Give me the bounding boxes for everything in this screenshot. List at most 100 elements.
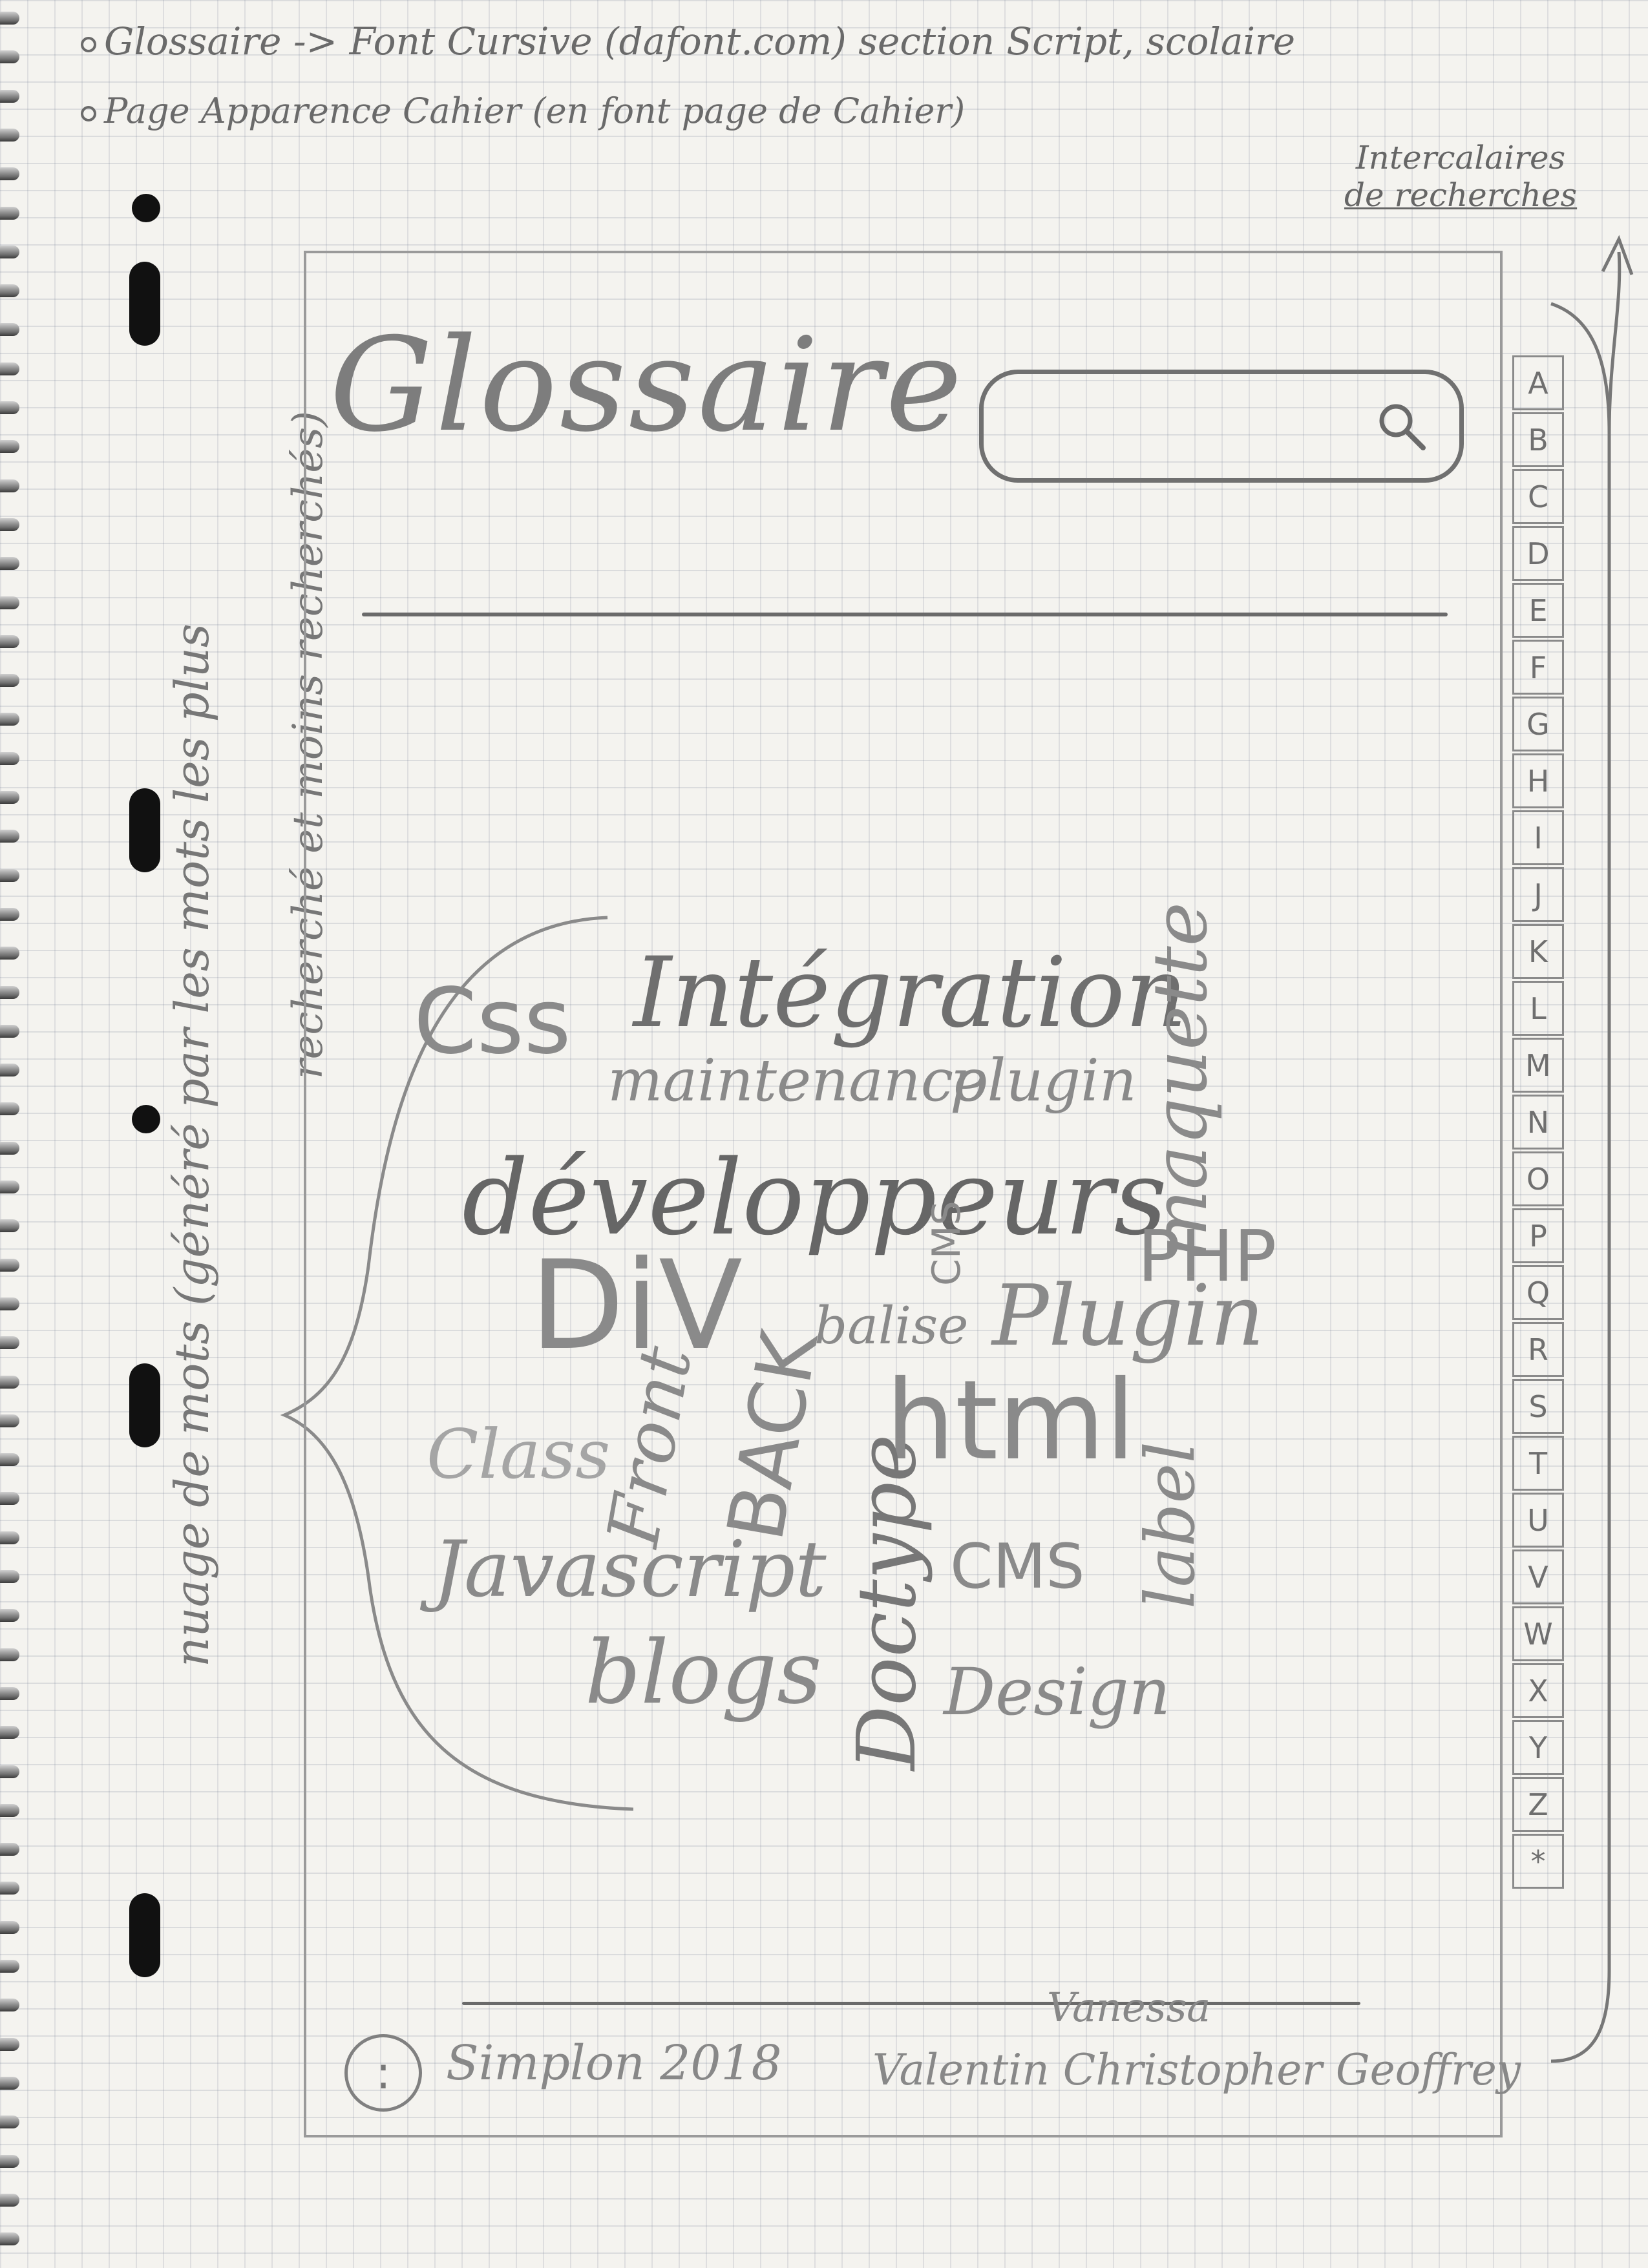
cloud-word[interactable]: Css bbox=[414, 969, 571, 1075]
punch-hole bbox=[132, 194, 160, 222]
note-text: Glossaire -> Font Cursive (dafont.com) s… bbox=[104, 19, 1296, 63]
tab-k[interactable]: K bbox=[1512, 924, 1564, 979]
tab-all[interactable]: * bbox=[1512, 1834, 1564, 1889]
tab-r[interactable]: R bbox=[1512, 1322, 1564, 1377]
tab-g[interactable]: G bbox=[1512, 697, 1564, 751]
spiral-coil bbox=[0, 2116, 19, 2129]
note-line-2: Page Apparence Cahier (en font page de C… bbox=[81, 90, 965, 131]
tab-f[interactable]: F bbox=[1512, 640, 1564, 695]
tab-w[interactable]: W bbox=[1512, 1606, 1564, 1661]
spiral-coil bbox=[0, 479, 19, 492]
spiral-coil bbox=[0, 1297, 19, 1310]
spiral-coil bbox=[0, 1570, 19, 1583]
tab-d[interactable]: D bbox=[1512, 526, 1564, 581]
tab-c[interactable]: C bbox=[1512, 469, 1564, 524]
cloud-word[interactable]: maquette bbox=[1137, 902, 1224, 1260]
tab-j[interactable]: J bbox=[1512, 867, 1564, 922]
footer-divider bbox=[462, 2002, 1360, 2005]
cloud-word[interactable]: Class bbox=[427, 1415, 610, 1494]
spiral-coil bbox=[0, 1414, 19, 1427]
spiral-coil bbox=[0, 830, 19, 843]
cloud-word[interactable]: Design bbox=[944, 1654, 1170, 1730]
bullet-icon bbox=[81, 106, 96, 121]
tab-t[interactable]: T bbox=[1512, 1436, 1564, 1491]
punch-hole bbox=[129, 262, 160, 346]
search-icon[interactable] bbox=[1375, 400, 1427, 452]
tab-s[interactable]: S bbox=[1512, 1379, 1564, 1434]
spiral-coil bbox=[0, 1803, 19, 1817]
tab-z[interactable]: Z bbox=[1512, 1777, 1564, 1832]
site-logo[interactable]: Glossaire bbox=[330, 310, 965, 461]
tab-a[interactable]: A bbox=[1512, 355, 1564, 410]
tab-n[interactable]: N bbox=[1512, 1095, 1564, 1150]
cloud-word[interactable]: CMS bbox=[924, 1201, 969, 1286]
note-line-1: Glossaire -> Font Cursive (dafont.com) s… bbox=[81, 19, 1295, 63]
tab-x[interactable]: X bbox=[1512, 1663, 1564, 1718]
spiral-coil bbox=[0, 206, 19, 220]
tab-m[interactable]: M bbox=[1512, 1038, 1564, 1093]
spiral-coil bbox=[0, 1492, 19, 1506]
spiral-coil bbox=[0, 1960, 19, 1973]
spiral-coil bbox=[0, 1999, 19, 2012]
tab-e[interactable]: E bbox=[1512, 583, 1564, 638]
tab-h[interactable]: H bbox=[1512, 753, 1564, 808]
bullet-icon bbox=[81, 36, 96, 52]
tab-b[interactable]: B bbox=[1512, 412, 1564, 467]
annotation-line-2: de recherches bbox=[1344, 176, 1578, 214]
tab-p[interactable]: P bbox=[1512, 1208, 1564, 1263]
spiral-coil bbox=[0, 1219, 19, 1233]
spiral-coil bbox=[0, 2154, 19, 2168]
cloud-word[interactable]: plugin bbox=[950, 1047, 1137, 1115]
spiral-coil bbox=[0, 674, 19, 688]
header-divider bbox=[362, 613, 1448, 616]
footer-team: Valentin Christopher Geoffrey bbox=[872, 2045, 1521, 2095]
cloud-word[interactable]: CMS bbox=[950, 1531, 1085, 1602]
cloud-word[interactable]: Intégration bbox=[633, 937, 1187, 1049]
spiral-coil bbox=[0, 907, 19, 921]
spiral-coil bbox=[0, 1843, 19, 1856]
spiral-coil bbox=[0, 751, 19, 765]
cloud-word[interactable]: balise bbox=[814, 1296, 968, 1356]
spiral-coil bbox=[0, 245, 19, 258]
cloud-word[interactable]: PHP bbox=[1137, 1215, 1276, 1297]
spiral-coil bbox=[0, 128, 19, 142]
cloud-word[interactable]: Javascript bbox=[433, 1525, 827, 1615]
cloud-word[interactable]: blogs bbox=[585, 1622, 822, 1723]
tab-v[interactable]: V bbox=[1512, 1549, 1564, 1604]
search-bar[interactable] bbox=[979, 370, 1464, 483]
spiral-coil bbox=[0, 1609, 19, 1622]
spiral-coil bbox=[0, 12, 19, 25]
spiral-coil bbox=[0, 947, 19, 960]
spiral-coil bbox=[0, 1765, 19, 1778]
tab-o[interactable]: O bbox=[1512, 1151, 1564, 1206]
punch-hole bbox=[129, 1893, 160, 1977]
spiral-coil bbox=[0, 284, 19, 298]
spiral-coil bbox=[0, 985, 19, 999]
footer-team-extra: Vanessa bbox=[1047, 1984, 1211, 2031]
spiral-coil bbox=[0, 635, 19, 648]
tab-u[interactable]: U bbox=[1512, 1493, 1564, 1548]
note-text: Page Apparence Cahier (en font page de C… bbox=[104, 90, 966, 131]
tab-l[interactable]: L bbox=[1512, 981, 1564, 1036]
spiral-coil bbox=[0, 401, 19, 414]
spiral-coil bbox=[0, 1102, 19, 1116]
spiral-coil bbox=[0, 1375, 19, 1389]
spiral-coil bbox=[0, 1141, 19, 1155]
spiral-coil bbox=[0, 713, 19, 726]
cloud-word[interactable]: label bbox=[1131, 1442, 1210, 1609]
tabs-annotation: Intercalaires de recherches bbox=[1344, 139, 1577, 214]
spiral-coil bbox=[0, 1181, 19, 1193]
footer-logo-icon[interactable]: : bbox=[344, 2034, 422, 2112]
spiral-coil bbox=[0, 1064, 19, 1077]
spiral-coil bbox=[0, 167, 19, 181]
spiral-coil bbox=[0, 2232, 19, 2246]
spiral-coil bbox=[0, 1882, 19, 1895]
spiral-coil bbox=[0, 440, 19, 454]
tab-q[interactable]: Q bbox=[1512, 1265, 1564, 1320]
cloud-word[interactable]: maintenance bbox=[607, 1047, 988, 1115]
cloud-word[interactable]: Doctype bbox=[840, 1434, 934, 1770]
tab-y[interactable]: Y bbox=[1512, 1720, 1564, 1775]
tab-i[interactable]: I bbox=[1512, 810, 1564, 865]
punch-hole bbox=[129, 1363, 160, 1447]
spiral-coil bbox=[0, 2076, 19, 2090]
